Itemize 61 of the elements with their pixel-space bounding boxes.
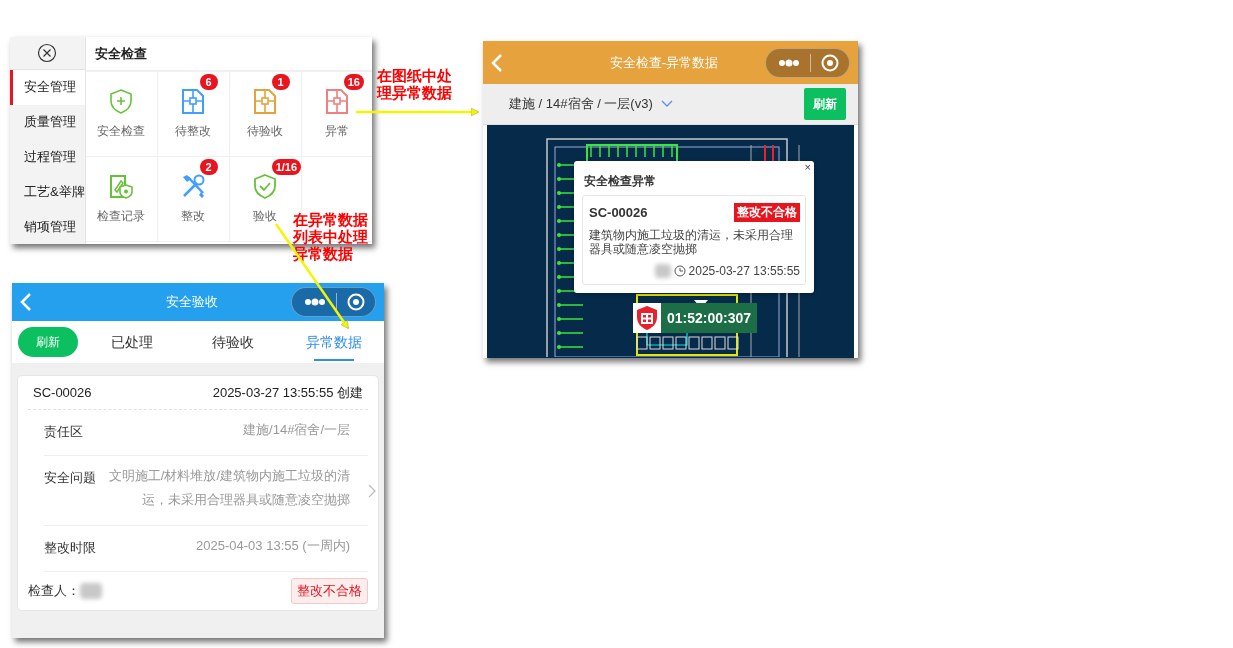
more-icon [778,58,800,67]
count-badge: 1/16 [271,159,302,175]
menu-tile[interactable]: 安全检查 [85,72,158,157]
field-label: 责任区 [44,423,84,441]
tile-label: 检查记录 [97,208,146,225]
tab[interactable]: 已处理 [82,321,183,363]
tile-label: 整改 [181,208,206,225]
sidebar-item[interactable]: 安全管理 [10,69,85,105]
field-value: 文明施工/材料堆放/建筑物内施工垃圾的清运，未采用合理器具或随意凌空抛掷 [107,467,351,509]
annotation-text: 在图纸中处理异常数据 [377,67,453,101]
inspector-label: 检查人： [28,582,80,600]
blurred-name [654,264,671,278]
field-label: 整改时限 [44,539,97,557]
issue-description: 建筑物内施工垃圾的清运，未采用合理器具或随意凌空抛掷 [589,228,794,256]
back-icon[interactable] [20,292,32,312]
record-code: SC-00026 [589,205,648,220]
menu-capsule[interactable] [765,47,850,78]
close-button[interactable]: × [804,161,811,173]
field-label: 安全问题 [44,469,97,487]
record-code: SC-00026 [33,385,92,400]
breadcrumb-dropdown[interactable]: 建施 / 14#宿舍 / 一层(v3) [509,95,673,113]
status-tag: 整改不合格 [291,578,368,604]
tab[interactable]: 待验收 [182,321,284,363]
section-title: 安全检查 [85,37,372,72]
tile-label: 待验收 [247,123,284,140]
sidebar-item[interactable]: 销项管理 [10,209,85,244]
sidebar-item[interactable]: 质量管理 [10,104,85,140]
sidebar-item[interactable]: 工艺&举牌 [10,174,85,210]
circle-dot-icon [347,293,365,311]
tile-label: 安全检查 [97,123,146,140]
menu-tile[interactable]: 异常 16 [301,72,372,157]
circle-dot-icon [821,53,839,72]
tile-label: 验收 [253,208,278,225]
page-title: 安全验收 [164,293,219,311]
chevron-down-icon [660,100,673,108]
more-icon [304,298,326,306]
chevron-right-icon [368,483,376,498]
page-title: 安全检查-异常数据 [608,53,720,72]
clock-icon [673,265,686,277]
timestamp: 2025-03-27 13:55:55 [688,264,800,278]
menu-tile[interactable]: 检查记录 [85,157,158,242]
count-badge: 6 [199,74,218,90]
menu-capsule[interactable] [291,287,376,317]
timer-label: 01:52:00:307 [661,303,758,333]
shield-icon [636,305,658,331]
count-badge: 1 [271,74,290,90]
popup-title: 安全检查异常 [584,173,657,190]
close-icon[interactable] [37,42,58,63]
blurred-name [80,583,102,599]
count-badge: 16 [343,74,364,90]
menu-tile[interactable]: 待验收 1 [229,72,302,157]
tile-label: 异常 [325,123,350,140]
tile-label: 待整改 [175,123,212,140]
menu-tile[interactable]: 整改 2 [157,157,230,242]
count-badge: 2 [199,159,218,175]
status-tag: 整改不合格 [734,203,800,222]
back-icon[interactable] [491,52,503,73]
menu-tile[interactable]: 待整改 6 [157,72,230,157]
record-card[interactable]: SC-00026 整改不合格 建筑物内施工垃圾的清运，未采用合理器具或随意凌空抛掷 2025-03-27 13:55:55 [582,195,806,285]
created-time: 2025-03-27 13:55:55 创建 [212,383,363,402]
sidebar-item[interactable]: 过程管理 [10,139,85,175]
